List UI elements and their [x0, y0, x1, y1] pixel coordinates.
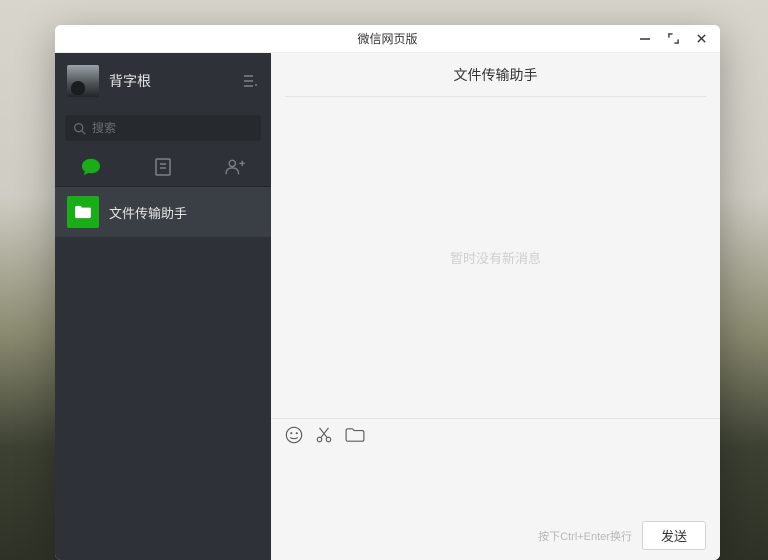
attach-file-button[interactable]	[345, 427, 365, 443]
titlebar-controls	[638, 25, 714, 52]
titlebar: 微信网页版	[55, 25, 720, 53]
folder-outline-icon	[345, 427, 365, 443]
chat-header: 文件传输助手	[285, 53, 706, 97]
send-hint: 按下Ctrl+Enter换行	[538, 528, 632, 544]
chat-bubble-icon	[81, 158, 101, 176]
chat-toolbar	[271, 418, 720, 450]
avatar[interactable]	[67, 65, 99, 97]
add-contact-icon	[225, 158, 245, 176]
tab-contacts[interactable]	[199, 158, 270, 176]
titlebar-title: 微信网页版	[357, 30, 417, 47]
chat-footer: 按下Ctrl+Enter换行 发送	[538, 521, 706, 550]
profile-name: 背字根	[109, 71, 243, 91]
conversation-name: 文件传输助手	[109, 203, 187, 222]
conversation-list: 文件传输助手	[55, 187, 271, 560]
chat-title: 文件传输助手	[454, 65, 538, 85]
emoji-icon	[285, 426, 303, 444]
screenshot-button[interactable]	[315, 426, 333, 444]
scissors-icon	[315, 426, 333, 444]
close-button[interactable]	[694, 32, 708, 46]
tab-read[interactable]	[127, 158, 198, 176]
tab-chats[interactable]	[55, 158, 126, 176]
conversation-item[interactable]: 文件传输助手	[55, 187, 271, 237]
send-button[interactable]: 发送	[642, 521, 706, 550]
emoji-button[interactable]	[285, 426, 303, 444]
sidebar: 背字根	[55, 53, 271, 560]
chat-body: 暂时没有新消息	[271, 97, 720, 418]
maximize-button[interactable]	[666, 32, 680, 46]
minimize-button[interactable]	[638, 32, 652, 46]
menu-icon[interactable]	[243, 74, 259, 88]
folder-icon	[74, 205, 92, 219]
nav-tabs	[55, 147, 271, 187]
chat-input-area: 按下Ctrl+Enter换行 发送	[271, 450, 720, 560]
search-box[interactable]	[65, 115, 261, 141]
content: 背字根	[55, 53, 720, 560]
empty-state-text: 暂时没有新消息	[450, 248, 541, 267]
chat-pane: 文件传输助手 暂时没有新消息 按下Ctrl+Enter换行	[271, 53, 720, 560]
message-input[interactable]	[285, 456, 706, 526]
search-icon	[73, 122, 86, 135]
app-window: 微信网页版 背字根	[55, 25, 720, 560]
file-helper-avatar	[67, 196, 99, 228]
search-input[interactable]	[92, 121, 253, 135]
profile-row: 背字根	[55, 53, 271, 109]
contacts-list-icon	[154, 158, 172, 176]
search-row	[55, 109, 271, 147]
